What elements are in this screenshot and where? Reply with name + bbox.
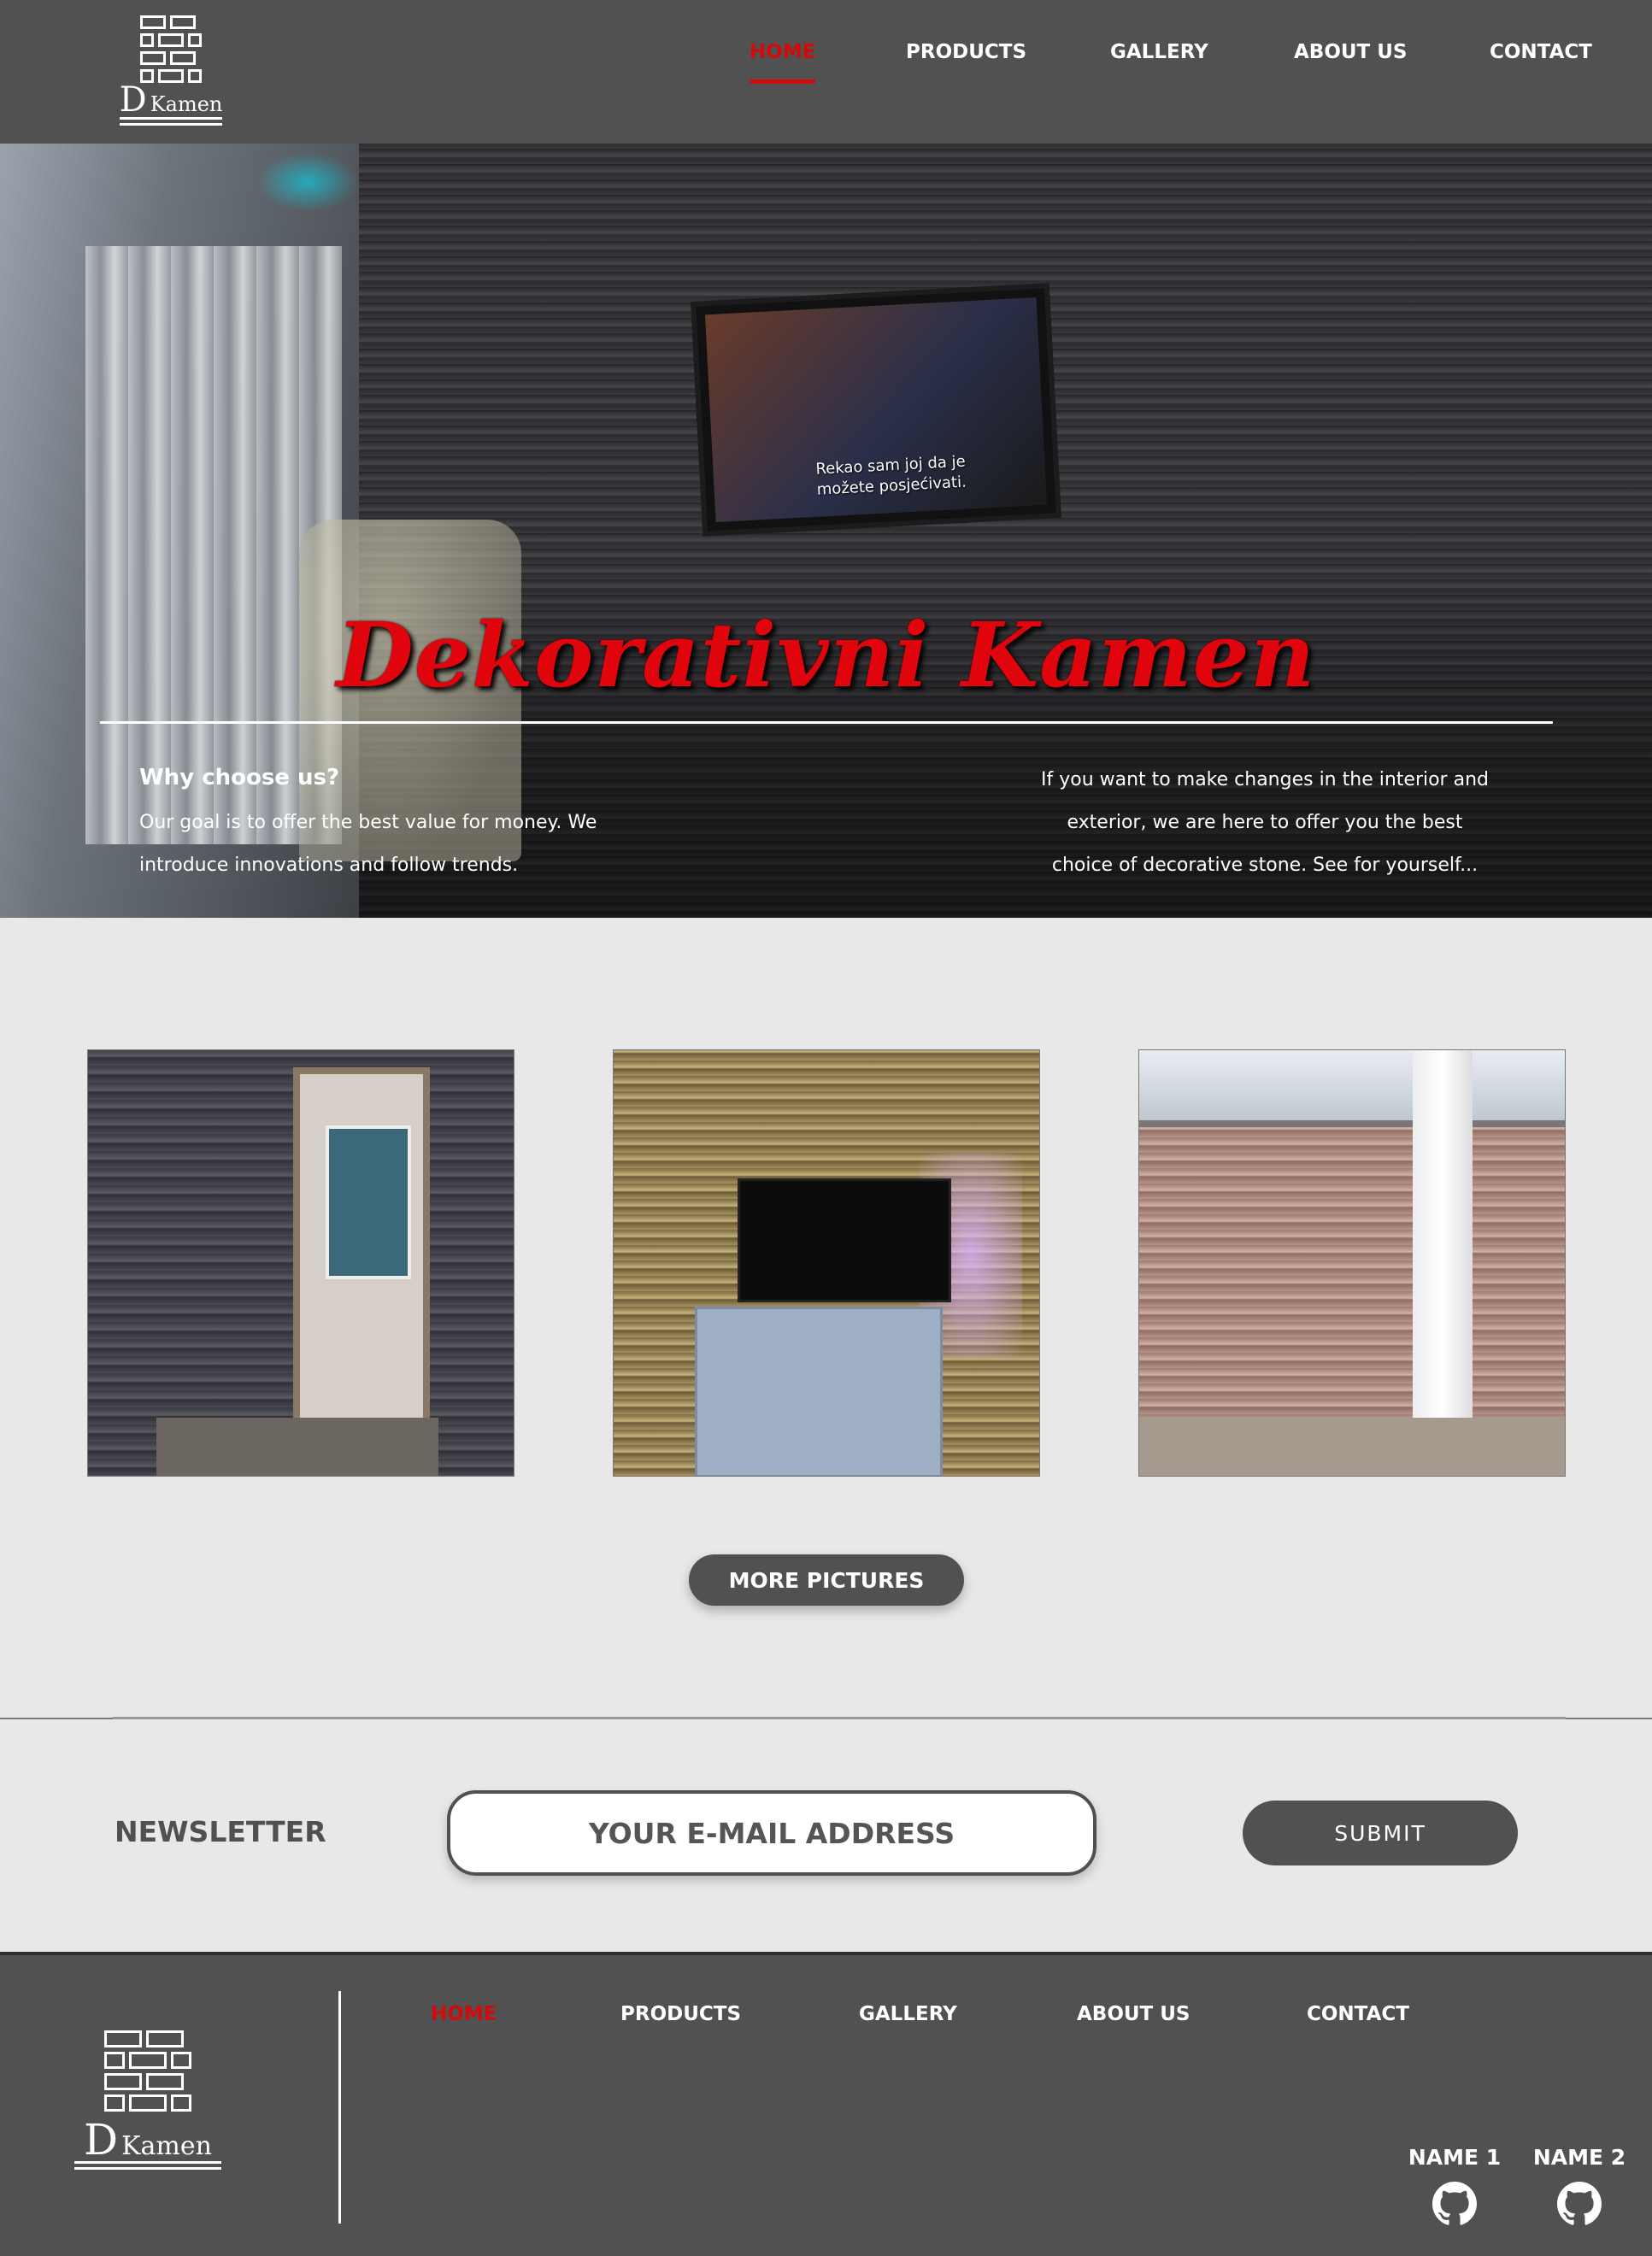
why-choose-text: Our goal is to offer the best value for …: [139, 812, 597, 876]
photo-pillar-shape: [1413, 1050, 1473, 1476]
footer-brick-logo-icon: [104, 2030, 191, 2112]
site-header: D Kamen HOME PRODUCTS GALLERY ABOUT US C…: [0, 0, 1652, 144]
footer-vertical-divider: [338, 1991, 341, 2224]
newsletter-submit-button[interactable]: SUBMIT: [1243, 1801, 1518, 1865]
gallery-photo-door[interactable]: [87, 1049, 514, 1477]
why-choose-title: Why choose us?: [139, 765, 340, 790]
section-divider-inner: [113, 1717, 1566, 1719]
hero-banner: Rekao sam joj da je možete posjećivati. …: [0, 144, 1652, 918]
photo-door-window: [326, 1125, 411, 1279]
nav-products[interactable]: PRODUCTS: [906, 41, 1026, 63]
photo-floor-shape: [1139, 1418, 1565, 1476]
photo-tv-shape: [738, 1178, 951, 1302]
newsletter-label: NEWSLETTER: [115, 1815, 326, 1848]
more-pictures-button[interactable]: MORE PICTURES: [689, 1554, 964, 1606]
author-2: NAME 2: [1532, 2145, 1626, 2226]
hero-tv: Rekao sam joj da je možete posjećivati.: [691, 283, 1061, 537]
footer-logo-wordmark: D Kamen: [84, 2118, 212, 2161]
footer-logo-underline: [74, 2161, 221, 2170]
hero-tv-screen: Rekao sam joj da je možete posjećivati.: [704, 297, 1048, 522]
photo-window-shape: [1139, 1050, 1565, 1127]
footer-nav-products[interactable]: PRODUCTS: [620, 2003, 741, 2025]
logo-underline: [120, 117, 222, 126]
nav-contact[interactable]: CONTACT: [1490, 41, 1592, 63]
photo-cabinet-shape: [695, 1307, 943, 1476]
footer-logo-text: Kamen: [121, 2131, 212, 2161]
footer-nav-contact[interactable]: CONTACT: [1307, 2003, 1409, 2025]
photo-step-shape: [156, 1418, 438, 1476]
footer-logo-initial: D: [84, 2115, 119, 2165]
nav-gallery[interactable]: GALLERY: [1110, 41, 1208, 63]
footer-nav-home[interactable]: HOME: [431, 2003, 497, 2025]
site-footer: D Kamen HOME PRODUCTS GALLERY ABOUT US C…: [0, 1952, 1652, 2256]
hero-intro-text: If you want to make changes in the inter…: [1041, 769, 1489, 876]
brick-logo-icon: [140, 15, 202, 83]
author-1-name: NAME 1: [1408, 2145, 1502, 2170]
newsletter-email-input[interactable]: [447, 1790, 1096, 1876]
logo-wordmark: D Kamen: [120, 83, 223, 117]
site-logo[interactable]: D Kamen: [118, 15, 224, 126]
hero-tv-subtitle: Rekao sam joj da je možete posjećivati.: [815, 452, 967, 500]
github-icon[interactable]: [1432, 2182, 1477, 2226]
gallery-photo-tv-wall[interactable]: [613, 1049, 1040, 1477]
footer-nav-about-us[interactable]: ABOUT US: [1077, 2003, 1190, 2025]
nav-home[interactable]: HOME: [750, 41, 816, 84]
author-2-name: NAME 2: [1532, 2145, 1626, 2170]
photo-door-shape: [293, 1067, 430, 1443]
footer-logo[interactable]: D Kamen: [72, 2030, 224, 2170]
hero-title: Dekorativni Kamen: [336, 602, 1316, 708]
hero-light-glow: [256, 152, 359, 212]
logo-initial: D: [119, 80, 147, 120]
footer-nav-gallery[interactable]: GALLERY: [859, 2003, 957, 2025]
author-1: NAME 1: [1408, 2145, 1502, 2226]
gallery-photo-exterior[interactable]: [1138, 1049, 1566, 1477]
logo-text: Kamen: [150, 92, 223, 116]
hero-divider: [100, 721, 1553, 724]
github-icon[interactable]: [1557, 2182, 1602, 2226]
nav-about-us[interactable]: ABOUT US: [1294, 41, 1408, 63]
